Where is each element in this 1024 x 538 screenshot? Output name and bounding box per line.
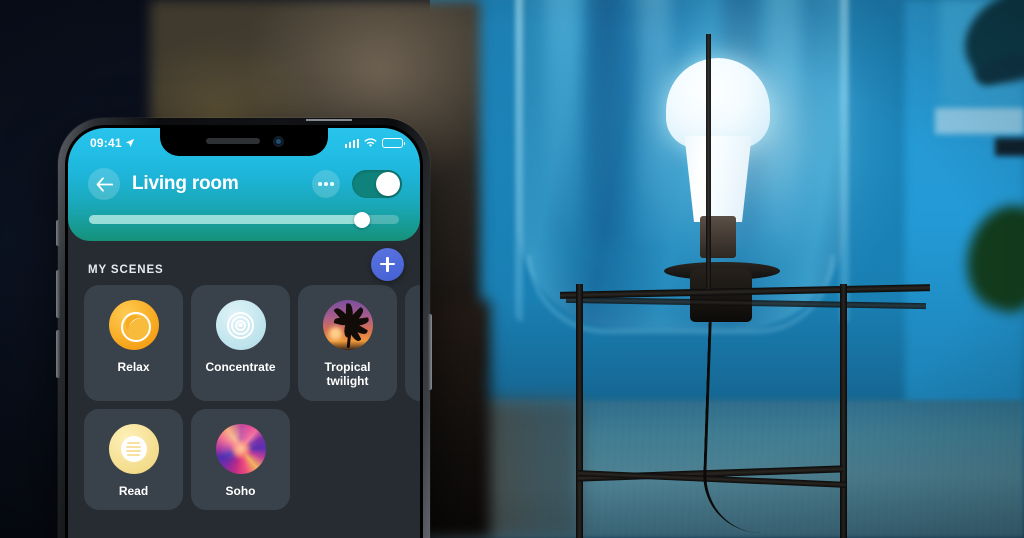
scenes-section-label: MY SCENES (88, 264, 164, 276)
status-bar-right (344, 138, 406, 148)
add-scene-button[interactable] (371, 247, 404, 281)
scenes-header: MY SCENES (68, 247, 420, 285)
target-scene-icon (215, 300, 266, 350)
cellular-signal-icon (344, 138, 359, 148)
lamp-frame-leg-back (706, 34, 711, 289)
status-bar: 09:41 (68, 128, 420, 158)
back-arrow-icon (96, 176, 113, 192)
volume-down-button[interactable] (56, 330, 60, 378)
bulb-neck (684, 136, 752, 222)
page-title: Living room (132, 173, 239, 194)
moon-scene-icon (108, 300, 159, 350)
scene-label: Concentrate (205, 360, 276, 374)
screenshot-root: 09:41 Living room MY SCENES Relax Concen… (0, 0, 1024, 538)
location-arrow-icon (125, 138, 134, 148)
brightness-slider-wrap (68, 206, 420, 228)
scene-label: Tropical twilight (324, 360, 371, 389)
lamp-power-cord (701, 318, 779, 533)
background-shelf (935, 108, 1024, 134)
scene-card-concentrate[interactable]: Concentrate (191, 285, 290, 401)
palm-sunset-scene-icon (322, 300, 373, 350)
scene-card-soho[interactable]: Soho (191, 408, 290, 511)
lamp-frame-leg-right (840, 284, 847, 538)
book-lines-scene-icon (108, 423, 159, 474)
phone-bezel: 09:41 Living room MY SCENES Relax Concen… (65, 125, 423, 538)
brightness-slider-knob[interactable] (353, 211, 370, 228)
scenes-section: MY SCENES Relax Concentrate Tropical twi… (68, 241, 420, 518)
scene-row-1: Relax Concentrate Tropical twilight (68, 285, 420, 409)
scene-card-tropical-twilight[interactable]: Tropical twilight (298, 285, 397, 401)
plus-icon (380, 256, 395, 272)
ringer-switch[interactable] (56, 220, 60, 246)
toggle-knob (375, 171, 400, 197)
brightness-slider-fill (89, 215, 362, 224)
more-options-icon[interactable] (312, 170, 340, 198)
phone-screen: 09:41 Living room MY SCENES Relax Concen… (68, 128, 420, 538)
scene-label: Read (118, 483, 149, 498)
smart-bulb (662, 58, 774, 258)
bulb-dome (666, 58, 770, 148)
scene-card-read[interactable]: Read (84, 408, 183, 511)
status-bar-time: 09:41 (90, 136, 122, 150)
scene-card-partial-next[interactable] (405, 285, 420, 401)
wifi-icon (364, 138, 377, 147)
scene-label: Soho (225, 483, 256, 498)
background-dark-object (995, 138, 1024, 156)
power-button[interactable] (428, 314, 432, 390)
scene-card-relax[interactable]: Relax (84, 285, 183, 401)
lamp-frame-leg-left (576, 284, 583, 538)
room-power-toggle[interactable] (352, 170, 402, 198)
phone-device: 09:41 Living room MY SCENES Relax Concen… (56, 118, 432, 538)
room-header-row: Living room (68, 158, 420, 206)
room-header: 09:41 Living room (68, 128, 420, 241)
status-bar-left: 09:41 (90, 136, 135, 150)
back-button[interactable] (88, 168, 120, 200)
antenna-band-top (306, 119, 352, 121)
brightness-slider[interactable] (89, 211, 399, 228)
volume-up-button[interactable] (56, 270, 60, 318)
lamp-glass-left-edge (515, 0, 523, 322)
scene-label: Relax (117, 360, 150, 374)
color-burst-scene-icon (215, 423, 266, 474)
battery-full-icon (382, 138, 406, 148)
scene-row-2: Read Soho (68, 408, 420, 518)
